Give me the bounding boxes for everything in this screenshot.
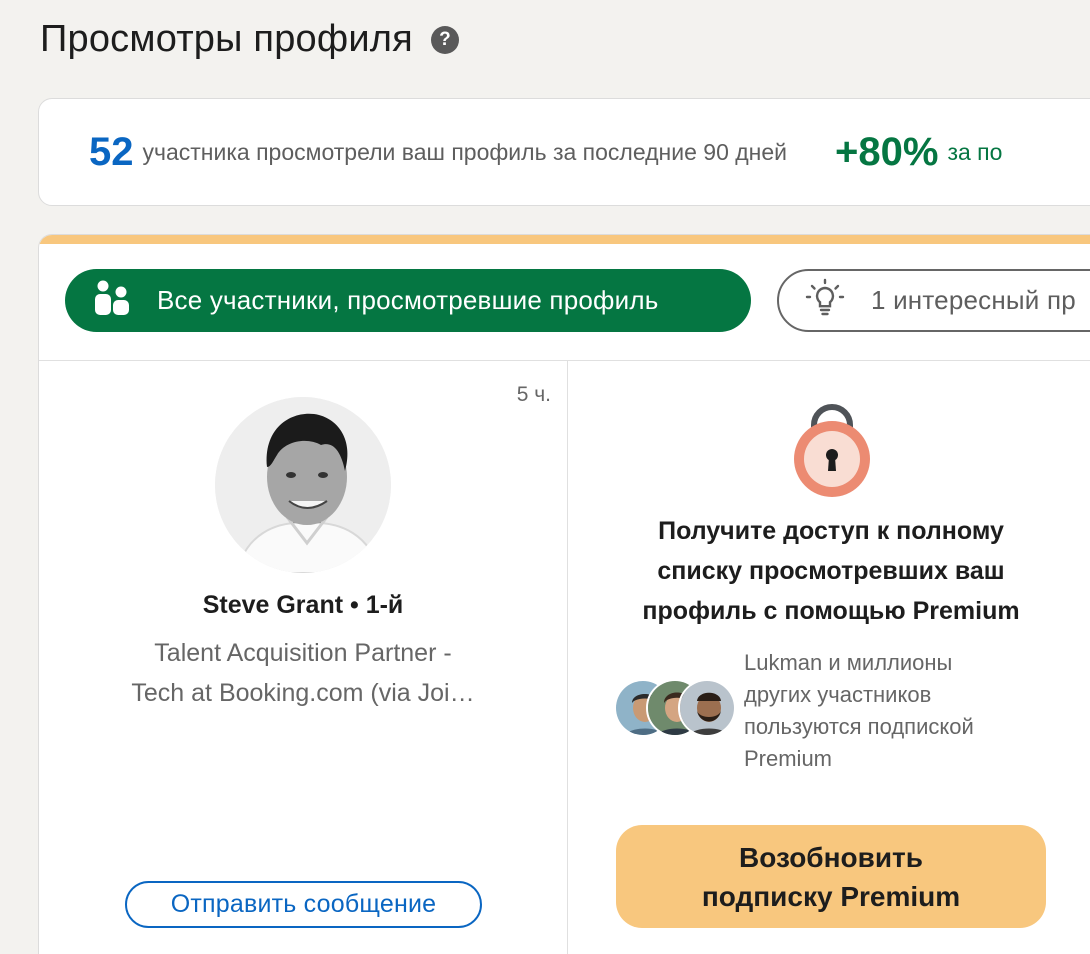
- send-message-button[interactable]: Отправить сообщение: [125, 881, 482, 928]
- premium-heading-line: списку просмотревших ваш: [657, 557, 1005, 585]
- viewer-name[interactable]: Steve Grant • 1-й: [39, 591, 567, 620]
- avatar[interactable]: [215, 397, 391, 573]
- premium-upsell-panel: Получите доступ к полному списку просмот…: [568, 361, 1090, 954]
- social-proof-line: Lukman и миллионы: [744, 650, 953, 675]
- viewers-card: Все участники, просмотревшие профиль 1 и…: [38, 234, 1090, 954]
- member-avatars: [614, 679, 738, 739]
- change-text: за по: [947, 138, 1003, 165]
- filter-interesting[interactable]: 1 интересный пр: [777, 269, 1090, 332]
- people-icon: [93, 279, 131, 322]
- change-value: +80%: [835, 129, 939, 174]
- premium-button-line: Возобновить: [739, 841, 923, 873]
- social-proof-line: других участников: [744, 682, 932, 707]
- viewer-name-text: Steve Grant: [202, 591, 344, 619]
- filter-interesting-label: 1 интересный пр: [871, 285, 1076, 315]
- help-icon[interactable]: ?: [430, 25, 459, 54]
- premium-heading: Получите доступ к полному списку просмот…: [586, 511, 1076, 631]
- viewer-headline-line: Talent Acquisition Partner -: [154, 639, 452, 667]
- premium-heading-line: профиль с помощью Premium: [642, 597, 1020, 625]
- reactivate-premium-button[interactable]: Возобновить подписку Premium: [616, 825, 1046, 928]
- viewer-card: 5 ч. Steve Grant • 1-й Talent Acquisitio…: [39, 361, 567, 954]
- social-proof-line: Premium: [744, 746, 833, 771]
- lightbulb-icon: [803, 278, 847, 323]
- premium-accent-bar: [39, 235, 1090, 244]
- viewed-time: 5 ч.: [516, 383, 551, 406]
- stats-card: 52 участника просмотрели ваш профиль за …: [38, 98, 1090, 206]
- social-proof-text: Lukman и миллионы других участников поль…: [744, 647, 1034, 775]
- member-avatar: [678, 679, 736, 737]
- social-proof-line: пользуются подпиской: [744, 714, 974, 739]
- connection-degree: • 1-й: [343, 591, 404, 619]
- page-header: Просмотры профиля ?: [40, 18, 459, 61]
- page-title: Просмотры профиля: [40, 18, 413, 60]
- profile-views-page: Просмотры профиля ? 52 участника просмот…: [0, 0, 1090, 954]
- filter-all-viewers-label: Все участники, просмотревшие профиль: [157, 285, 659, 315]
- premium-button-line: подписку Premium: [701, 880, 961, 912]
- viewer-headline: Talent Acquisition Partner - Tech at Boo…: [99, 633, 507, 713]
- views-count: 52: [89, 129, 134, 174]
- premium-heading-line: Получите доступ к полному: [658, 517, 1004, 545]
- views-text: участника просмотрели ваш профиль за пос…: [142, 138, 788, 165]
- lock-icon: [792, 399, 872, 504]
- viewer-headline-line: Tech at Booking.com (via Joi…: [131, 679, 475, 707]
- filter-all-viewers[interactable]: Все участники, просмотревшие профиль: [65, 269, 751, 332]
